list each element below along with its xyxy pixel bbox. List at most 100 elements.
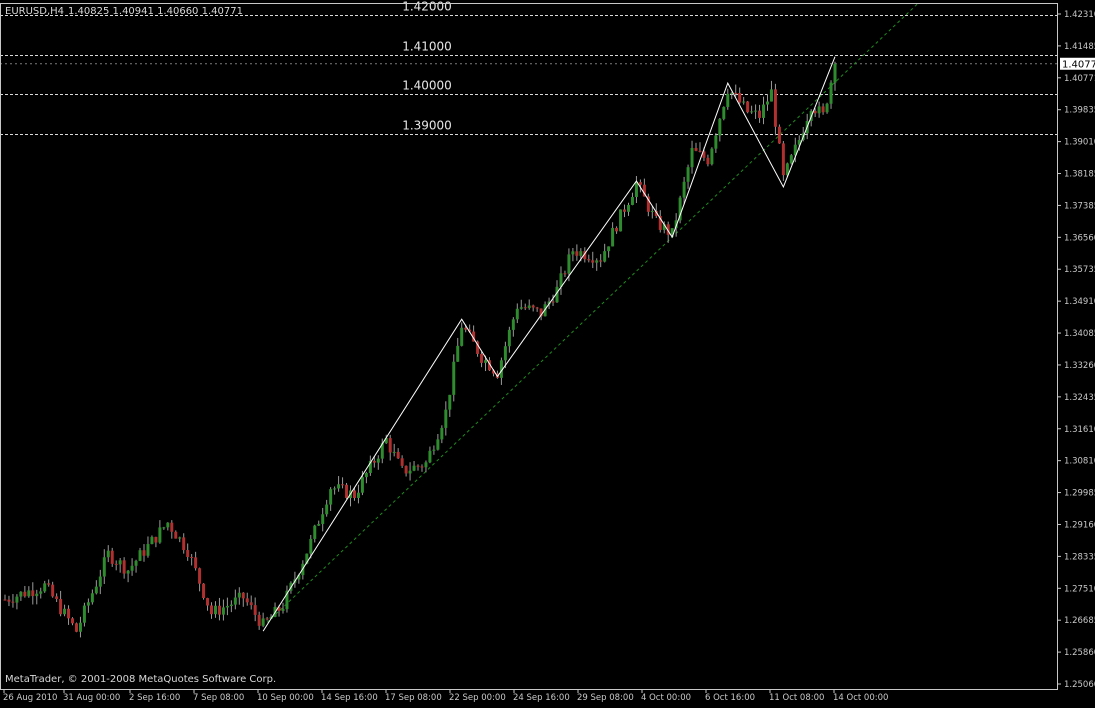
candle-bull [134,560,138,566]
candle-bull [392,451,396,453]
time-tick-label: 22 Sep 00:00 [449,693,506,703]
candle-bull [714,135,718,149]
candle-bull [221,607,225,615]
candle-bull [106,550,110,558]
price-tick-label: 1.34910 [1064,297,1095,307]
candle-bear [416,465,420,467]
candle-bear [67,608,71,619]
price-tick-label: 1.30810 [1064,457,1095,467]
candle-bull [634,182,638,197]
candle-bear [249,602,253,606]
candle-bull [166,522,170,528]
candle-bear [734,92,738,94]
chart-background [0,0,1095,704]
candle-bear [194,557,198,569]
candle-bull [567,254,571,274]
candle-bull [229,604,233,607]
candle-bull [769,89,773,102]
candle-bull [162,527,166,529]
candle-bull [619,209,623,232]
candle-bear [623,209,627,212]
candle-bear [253,605,257,615]
chart-window[interactable]: 1.42000 1.41000 1.40000 1.39000 1.42310 1.41… [0,0,1095,704]
candle-bull [432,449,436,451]
candle-bull [448,394,452,410]
candle-bull [428,450,432,463]
candle-bull [484,360,488,363]
price-tick-label: 1.27510 [1064,584,1095,594]
candle-bear [400,458,404,466]
candle-bull [519,307,523,309]
price-tick-label: 1.26685 [1064,616,1095,626]
candle-bear [217,605,221,615]
price-tick-label: 1.36560 [1064,233,1095,243]
candle-bull [408,470,412,474]
price-tick-label: 1.39835 [1064,106,1095,116]
ohlc-readout: 1.40825 1.40941 1.40660 1.40771 [68,6,243,17]
candle-bear [47,583,51,585]
candle-bull [35,593,39,597]
candle-bear [591,260,595,263]
candle-bull [138,550,142,561]
candle-bear [813,110,817,114]
candle-bear [587,259,591,261]
price-tick-label: 1.34085 [1064,329,1095,339]
time-tick-label: 17 Sep 08:00 [385,693,442,703]
candle-bull [39,591,43,594]
candle-bear [531,305,535,308]
price-tick-label: 1.39010 [1064,138,1095,148]
candle-bull [94,586,98,594]
candle-bull [98,576,102,587]
candle-bear [396,451,400,459]
candle-bear [11,601,15,603]
candle-bear [345,484,349,498]
candle-bear [404,465,408,474]
candle-bear [738,93,742,103]
candle-bear [638,182,642,185]
candle-bull [607,246,611,252]
time-tick-label: 6 Oct 16:00 [705,693,755,703]
candle-bear [575,251,579,256]
candle-bull [82,605,86,623]
candle-bear [694,147,698,151]
candle-bull [626,204,630,212]
candle-bull [444,409,448,428]
candle-bear [241,592,245,599]
candle-bull [225,606,229,608]
candle-bull [325,504,329,515]
time-tick-label: 26 Aug 2010 [3,693,57,703]
candle-bull [213,605,217,615]
candle-bull [424,462,428,468]
candle-bear [388,438,392,453]
candle-bull [261,618,265,626]
candle-bull [118,560,122,565]
price-chart[interactable]: 1.42000 1.41000 1.40000 1.39000 1.42310 1.41… [0,0,1095,704]
candle-bear [746,101,750,113]
candle-bear [110,550,114,564]
candle-bull [356,492,360,498]
candle-bull [754,110,758,112]
candle-bear [59,598,63,615]
candle-bear [523,307,527,309]
candle-bear [563,273,567,275]
candle-bull [43,583,47,592]
candle-bull [150,536,154,545]
candle-bull [726,93,730,107]
level-label: 1.40000 [402,79,452,93]
time-tick-label: 10 Sep 00:00 [257,693,314,703]
candle-bull [27,590,31,597]
candle-bull [611,227,615,247]
candle-bull [15,596,19,603]
candle-bull [452,361,456,395]
candle-bear [170,522,174,532]
candle-bull [515,308,519,320]
candle-bear [777,126,781,144]
price-tick-label: 1.38185 [1064,170,1095,180]
candle-bear [265,618,269,620]
candle-bear [698,150,702,152]
candle-bear [190,556,194,558]
price-tick-label: 1.35735 [1064,265,1095,275]
level-label: 1.41000 [402,40,452,54]
candle-bear [535,307,539,309]
candle-bull [412,465,416,471]
